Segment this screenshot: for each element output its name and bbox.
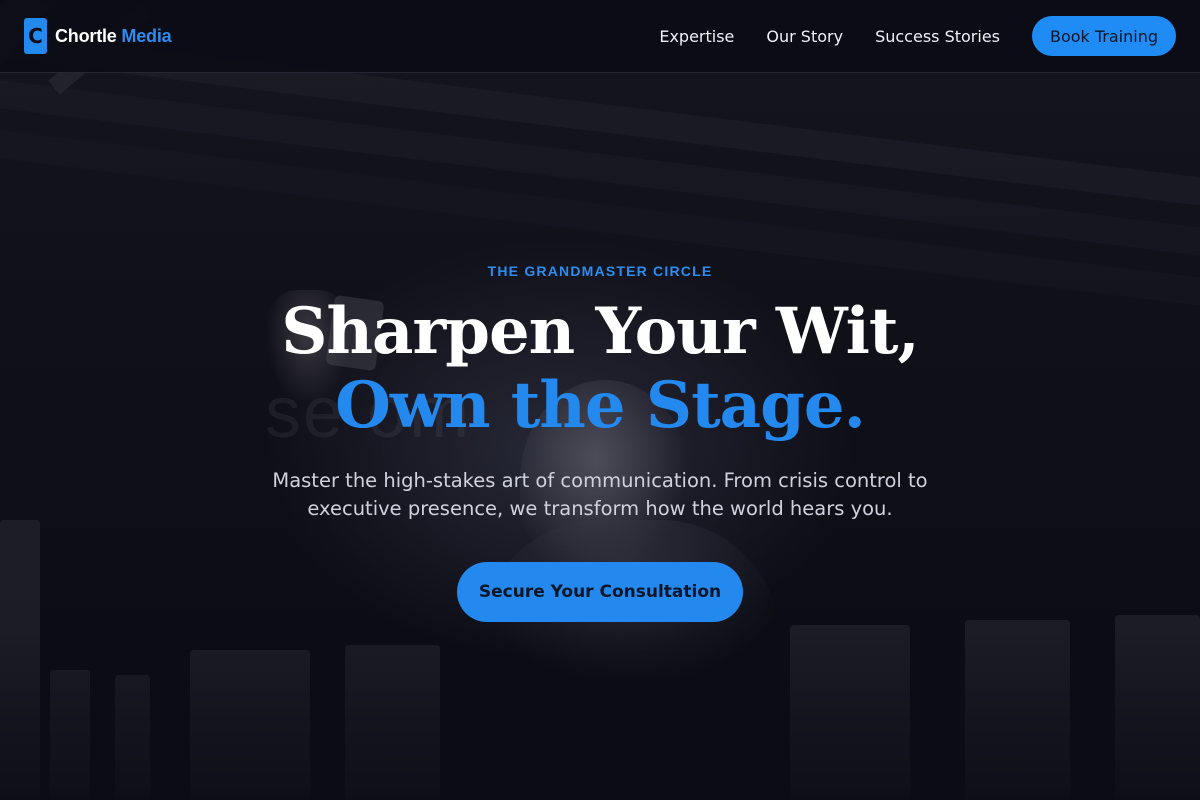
nav-menu: Expertise Our Story Success Stories Book…: [659, 16, 1176, 56]
hero-headline: Sharpen Your Wit, Own the Stage.: [0, 295, 1200, 443]
hero-eyebrow: THE GRANDMASTER CIRCLE: [487, 263, 713, 279]
secure-consultation-button[interactable]: Secure Your Consultation: [457, 562, 743, 622]
hero-section: THE GRANDMASTER CIRCLE Sharpen Your Wit,…: [0, 73, 1200, 800]
brand-name: Chortle Media: [55, 25, 172, 47]
headline-line-1: Sharpen Your Wit,: [281, 294, 919, 369]
brand-logo-link[interactable]: C Chortle Media: [24, 18, 172, 54]
nav-link-expertise[interactable]: Expertise: [659, 27, 734, 46]
nav-link-success-stories[interactable]: Success Stories: [875, 27, 1000, 46]
top-nav-bar: C Chortle Media Expertise Our Story Succ…: [0, 0, 1200, 73]
logo-badge-icon: C: [24, 18, 47, 54]
book-training-button[interactable]: Book Training: [1032, 16, 1176, 56]
headline-line-2: Own the Stage.: [335, 368, 866, 443]
landing-page: se om C Chortle Media Expertise Our Stor…: [0, 0, 1200, 800]
nav-link-our-story[interactable]: Our Story: [766, 27, 843, 46]
brand-name-accent: Media: [121, 25, 172, 46]
hero-subtext: Master the high-stakes art of communicat…: [272, 469, 928, 520]
brand-name-primary: Chortle: [55, 25, 117, 46]
